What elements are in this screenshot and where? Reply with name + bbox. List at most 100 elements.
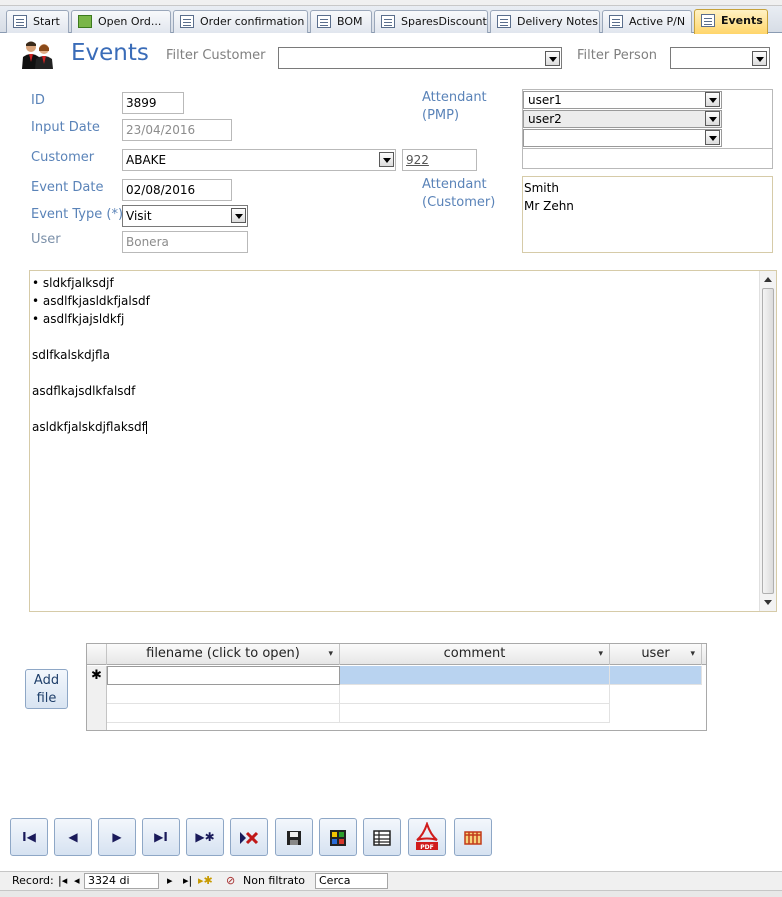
- floppy-disk-icon: [287, 831, 301, 845]
- tab-events[interactable]: Events: [694, 9, 768, 34]
- report-button[interactable]: [319, 818, 357, 856]
- last-record-icon: ▶I: [154, 830, 168, 844]
- tab-open-orders[interactable]: Open Ord...: [71, 10, 171, 33]
- new-record-button[interactable]: ▶✱: [186, 818, 224, 856]
- tab-spares-discount[interactable]: SparesDiscount: [374, 10, 488, 33]
- id-field[interactable]: 3899: [122, 92, 184, 114]
- chevron-down-icon[interactable]: ▾: [328, 644, 333, 664]
- user-cell[interactable]: [610, 666, 702, 685]
- chevron-down-icon[interactable]: ▾: [598, 644, 603, 664]
- attachments-datasheet: filename (click to open) ▾ comment ▾ user ▾…: [86, 643, 707, 731]
- column-header-comment[interactable]: comment ▾: [340, 644, 610, 665]
- empty-cell: [107, 685, 340, 704]
- chevron-down-icon[interactable]: [705, 92, 720, 107]
- column-header-filename[interactable]: filename (click to open) ▾: [107, 644, 340, 665]
- new-record-icon[interactable]: ▸✱: [198, 874, 213, 887]
- customer-combo[interactable]: ABAKE: [122, 149, 396, 171]
- form-icon: [609, 15, 623, 28]
- filter-customer-label: Filter Customer: [166, 48, 266, 63]
- last-record-button[interactable]: ▶I: [142, 818, 180, 856]
- datasheet-icon: [381, 15, 395, 28]
- delete-record-button[interactable]: [230, 818, 268, 856]
- filename-cell[interactable]: [107, 666, 340, 685]
- scroll-down-icon[interactable]: [764, 600, 772, 605]
- attendant-pmp-row-new[interactable]: [523, 129, 722, 147]
- last-record-icon[interactable]: ▸|: [183, 874, 192, 887]
- event-notes-textarea[interactable]: • sldkfjalksdjf • asdlfkjasldkfjalsdf • …: [29, 270, 777, 612]
- previous-icon: ◀: [68, 830, 78, 844]
- next-icon[interactable]: ▸: [167, 874, 173, 887]
- columns-icon: [464, 831, 482, 845]
- id-label: ID: [31, 93, 45, 108]
- first-record-icon[interactable]: |◂: [58, 874, 67, 887]
- user-field[interactable]: Bonera: [122, 231, 248, 253]
- tab-delivery-notes[interactable]: Delivery Notes: [490, 10, 600, 33]
- add-file-button[interactable]: Add file: [25, 669, 68, 709]
- input-date-label: Input Date: [31, 120, 100, 135]
- customer-code-field[interactable]: 922: [402, 149, 477, 171]
- previous-icon[interactable]: ◂: [74, 874, 80, 887]
- tab-order-confirmation[interactable]: Order confirmation: [173, 10, 308, 33]
- chevron-down-icon[interactable]: [231, 208, 246, 223]
- attendant-customer-field[interactable]: Smith Mr Zehn: [522, 176, 773, 253]
- event-type-label: Event Type (*): [31, 207, 124, 222]
- input-date-field[interactable]: 23/04/2016: [122, 119, 232, 141]
- colored-grid-icon: [330, 830, 346, 846]
- filter-status[interactable]: Non filtrato: [243, 874, 305, 887]
- text-cursor: [145, 421, 147, 434]
- datasheet-view-button[interactable]: [363, 818, 401, 856]
- scroll-up-icon[interactable]: [764, 277, 772, 282]
- event-date-label: Event Date: [31, 180, 104, 195]
- event-notes-content: • sldkfjalksdjf • asdlfkjasldkfjalsdf • …: [32, 274, 150, 436]
- new-record-icon: ▶✱: [195, 830, 215, 844]
- bullet-item: • sldkfjalksdjf: [32, 276, 114, 290]
- attendant-pmp-row[interactable]: user2: [523, 110, 722, 128]
- chevron-down-icon[interactable]: [545, 51, 560, 66]
- chevron-down-icon[interactable]: ▾: [690, 644, 695, 664]
- user-label: User: [31, 232, 61, 247]
- people-icon: [22, 41, 53, 69]
- form-icon: [180, 15, 194, 28]
- attendant-customer-label-sub: (Customer): [422, 195, 496, 210]
- empty-cell: [340, 685, 610, 704]
- bullet-item: • asdlfkjajsldkfj: [32, 312, 125, 326]
- form-icon: [497, 15, 511, 28]
- notes-scrollbar[interactable]: [759, 271, 776, 611]
- form-icon: [701, 14, 715, 27]
- search-input[interactable]: Cerca: [315, 873, 388, 889]
- record-label: Record:: [12, 874, 54, 887]
- columns-button[interactable]: [454, 818, 492, 856]
- next-record-button[interactable]: ▶: [98, 818, 136, 856]
- filter-icon: ⊘: [226, 874, 236, 887]
- attendant-pmp-subform: user1 user2: [522, 89, 773, 169]
- column-header-user[interactable]: user ▾: [610, 644, 702, 665]
- first-record-icon: I◀: [22, 830, 36, 844]
- table-icon: [373, 830, 391, 846]
- tab-start[interactable]: Start: [6, 10, 69, 33]
- select-all-corner[interactable]: [87, 644, 107, 665]
- form-icon: [13, 15, 27, 28]
- delete-record-icon: [240, 831, 259, 845]
- save-record-button[interactable]: [275, 818, 313, 856]
- attendant-pmp-row[interactable]: user1: [523, 91, 722, 109]
- filter-customer-combo[interactable]: [278, 47, 562, 69]
- bottom-status-strip: [0, 890, 782, 897]
- chevron-down-icon[interactable]: [705, 111, 720, 126]
- filter-person-label: Filter Person: [577, 48, 658, 63]
- record-position-input[interactable]: 3324 di 3324: [84, 873, 159, 897]
- scroll-thumb[interactable]: [762, 288, 774, 594]
- form-icon: [317, 15, 331, 28]
- event-date-field[interactable]: 02/08/2016: [122, 179, 232, 201]
- chevron-down-icon[interactable]: [705, 130, 720, 145]
- event-type-combo[interactable]: Visit: [122, 205, 248, 227]
- chevron-down-icon[interactable]: [752, 51, 767, 66]
- comment-cell[interactable]: [340, 666, 610, 685]
- first-record-button[interactable]: I◀: [10, 818, 48, 856]
- attendant-pmp-label: Attendant: [422, 90, 487, 105]
- page-title: Events: [71, 40, 149, 66]
- tab-bom[interactable]: BOM: [310, 10, 372, 33]
- previous-record-button[interactable]: ◀: [54, 818, 92, 856]
- export-pdf-button[interactable]: PDF: [408, 818, 446, 856]
- tab-active-pn[interactable]: Active P/N: [602, 10, 692, 33]
- chevron-down-icon[interactable]: [379, 152, 394, 167]
